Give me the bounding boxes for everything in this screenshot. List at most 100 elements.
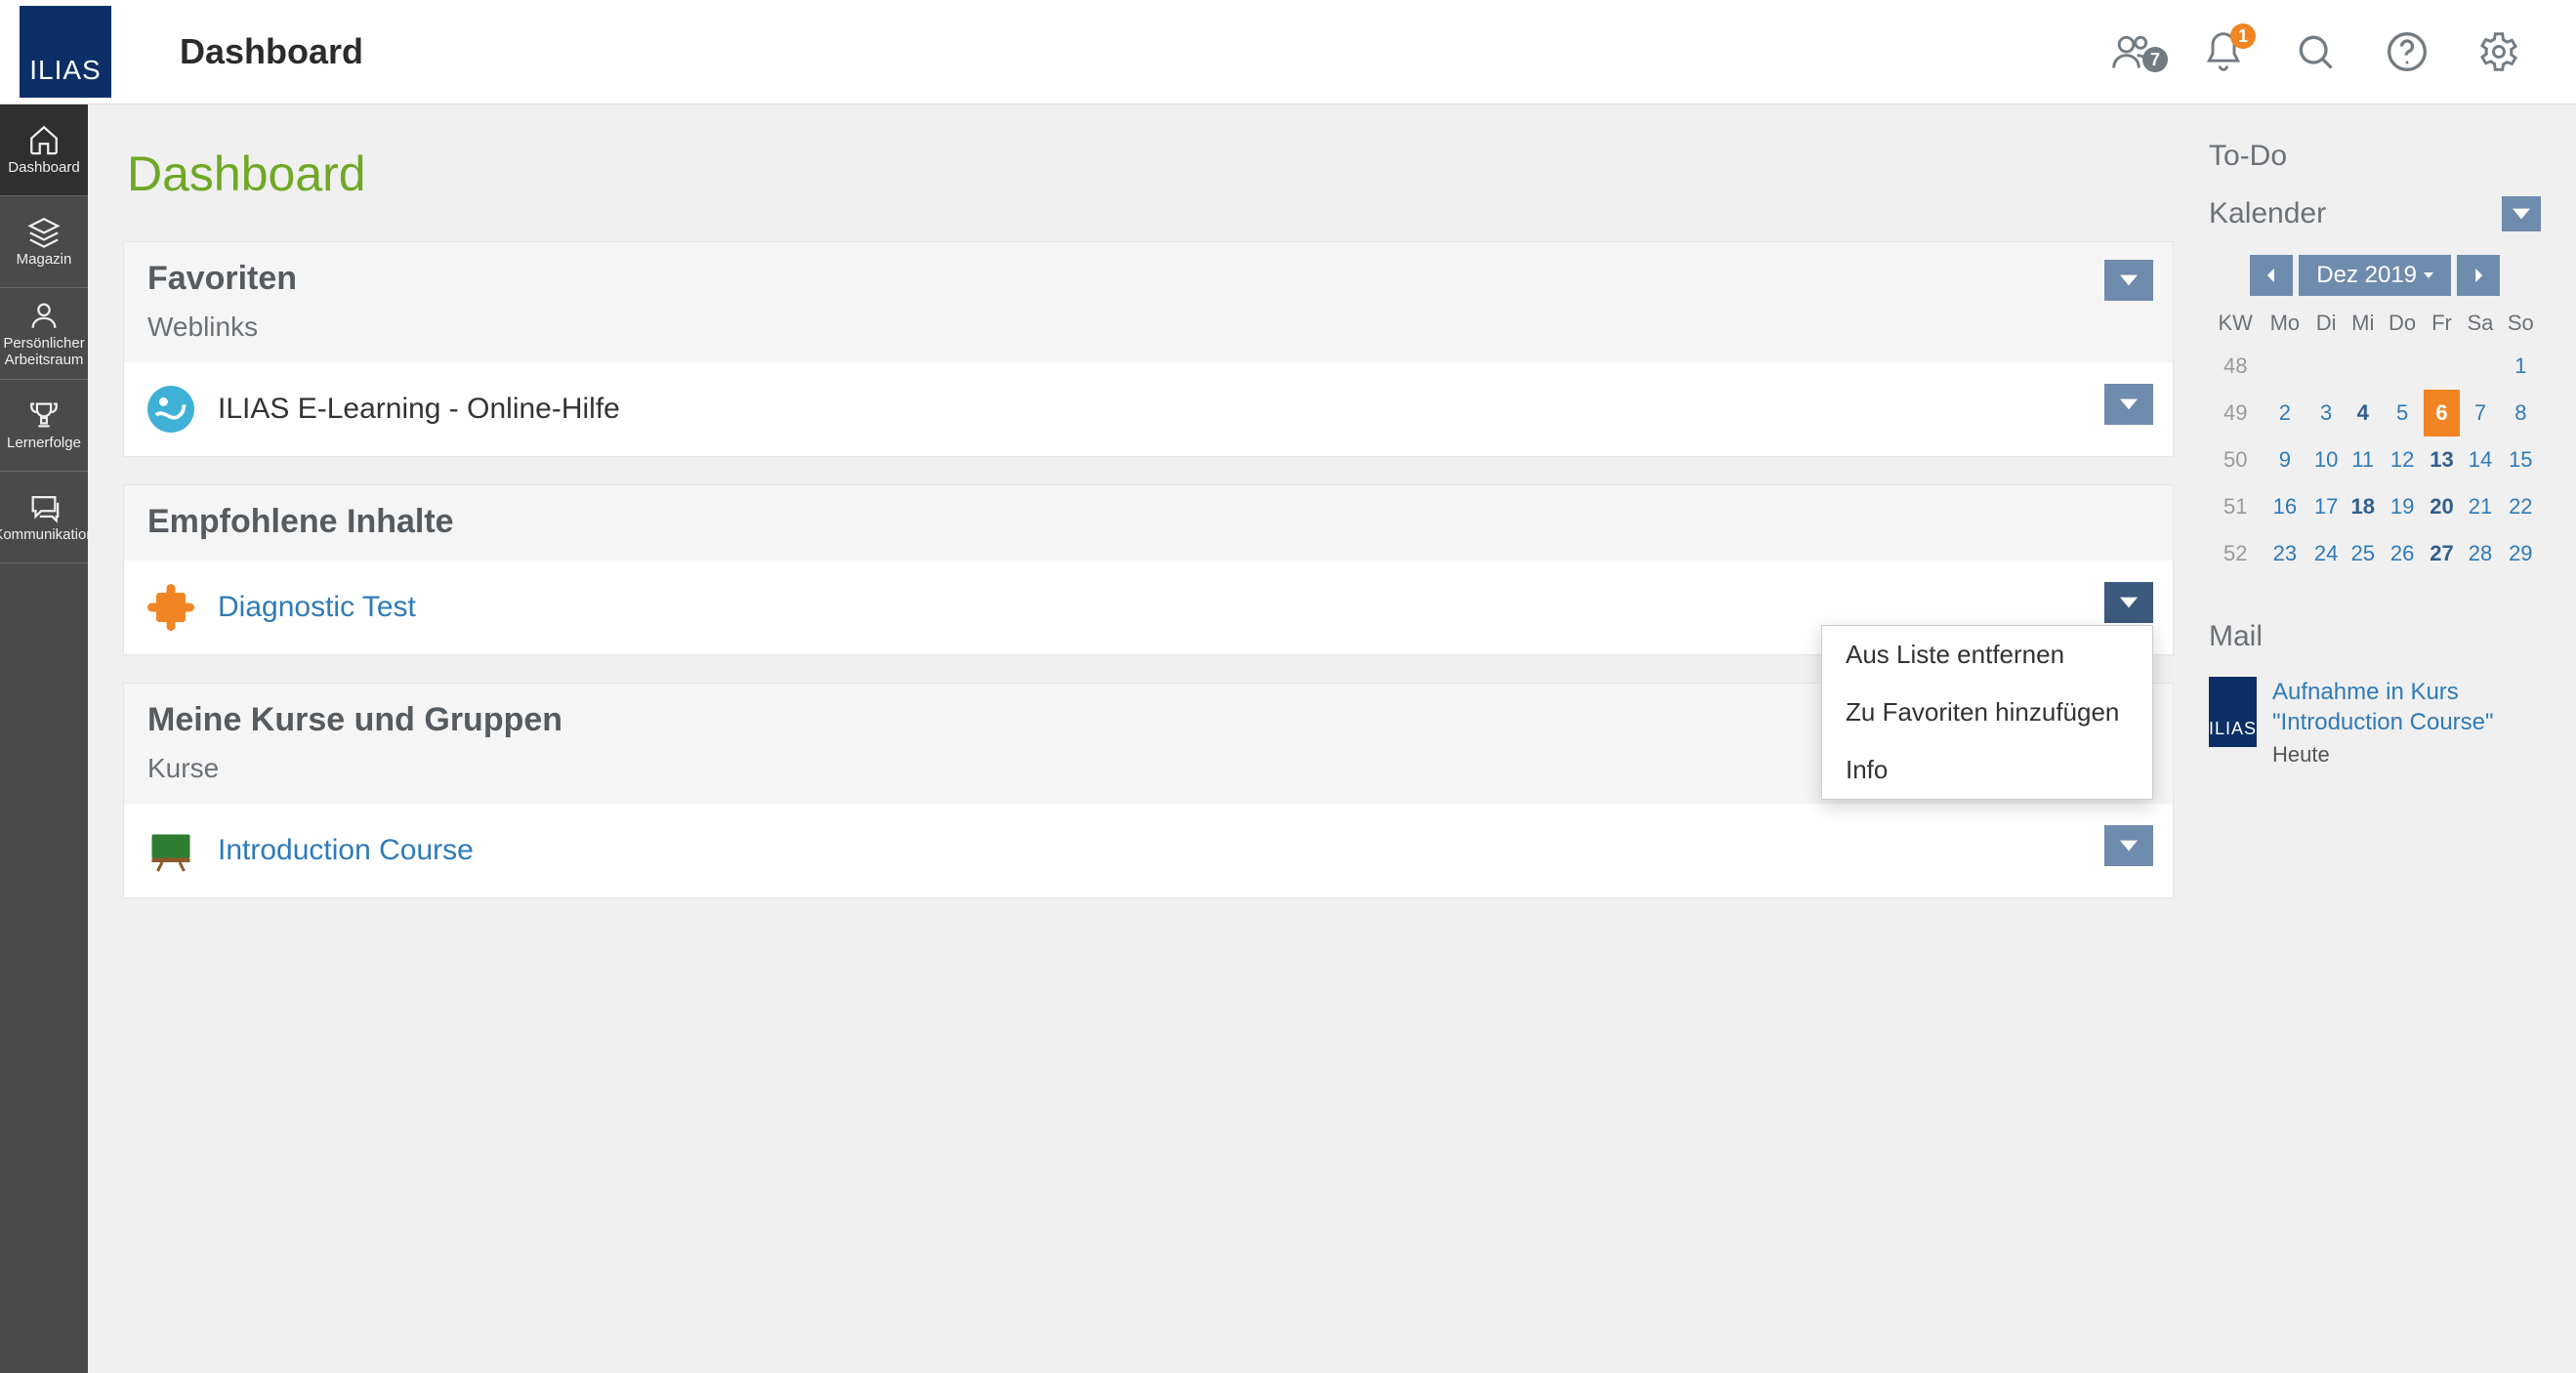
item-menu-button[interactable]	[2104, 825, 2153, 866]
cal-day[interactable]: 7	[2460, 390, 2500, 437]
users-badge: 7	[2142, 47, 2168, 72]
cal-day[interactable]: 23	[2262, 530, 2307, 577]
cal-next-button[interactable]	[2457, 255, 2500, 296]
cal-day[interactable]: 22	[2501, 483, 2541, 530]
cal-day-header: Sa	[2460, 304, 2500, 343]
panel-title: Favoriten	[147, 260, 2149, 298]
cal-day	[2345, 343, 2382, 390]
menu-item-favorite[interactable]: Zu Favoriten hinzufügen	[1822, 684, 2152, 741]
list-item: Diagnostic Test Aus Liste entfernen Zu F…	[124, 561, 2173, 654]
cal-week-number: 50	[2209, 437, 2262, 483]
page-context-title: Dashboard	[180, 31, 363, 72]
stack-icon	[27, 215, 61, 248]
calendar-heading: Kalender	[2209, 196, 2541, 231]
topbar: ILIAS Dashboard 7 1	[0, 0, 2576, 104]
mail-item: ILIAS Aufnahme in Kurs "Introduction Cou…	[2209, 677, 2541, 769]
mail-subject[interactable]: Aufnahme in Kurs "Introduction Course"	[2272, 677, 2541, 737]
panel-title: Empfohlene Inhalte	[147, 503, 2149, 541]
cal-day[interactable]: 29	[2501, 530, 2541, 577]
calendar-table: KWMoDiMiDoFrSaSo 48149234567850910111213…	[2209, 304, 2541, 577]
cal-day[interactable]: 16	[2262, 483, 2307, 530]
app-logo[interactable]: ILIAS	[20, 6, 111, 98]
cal-day[interactable]: 5	[2382, 390, 2424, 437]
nav-item-lernerfolge[interactable]: Lernerfolge	[0, 380, 88, 472]
cal-week-number: 49	[2209, 390, 2262, 437]
cal-day[interactable]: 10	[2307, 437, 2345, 483]
item-menu-button[interactable]	[2104, 582, 2153, 623]
nav-item-personal[interactable]: PersönlicherArbeitsraum	[0, 288, 88, 380]
cal-day-header: Fr	[2424, 304, 2461, 343]
puzzle-icon	[147, 584, 194, 631]
cal-day[interactable]: 13	[2424, 437, 2461, 483]
cal-day[interactable]: 4	[2345, 390, 2382, 437]
cal-day[interactable]: 12	[2382, 437, 2424, 483]
nav-item-dashboard[interactable]: Dashboard	[0, 104, 88, 196]
cal-day-header: So	[2501, 304, 2541, 343]
item-title[interactable]: ILIAS E-Learning - Online-Hilfe	[218, 393, 620, 426]
item-title[interactable]: Introduction Course	[218, 834, 474, 867]
cal-day	[2262, 343, 2307, 390]
cal-day[interactable]: 6	[2424, 390, 2461, 437]
cal-day[interactable]: 27	[2424, 530, 2461, 577]
list-item: Introduction Course	[124, 804, 2173, 897]
cal-day-header: Mi	[2345, 304, 2382, 343]
sidenav: Dashboard Magazin PersönlicherArbeitsrau…	[0, 104, 88, 1373]
cal-day[interactable]: 20	[2424, 483, 2461, 530]
cal-prev-button[interactable]	[2250, 255, 2293, 296]
cal-day[interactable]: 21	[2460, 483, 2500, 530]
cal-day[interactable]: 15	[2501, 437, 2541, 483]
mail-thumb-logo: ILIAS	[2209, 677, 2257, 747]
search-icon[interactable]	[2281, 18, 2349, 86]
cal-col-kw: KW	[2209, 304, 2262, 343]
panel-menu-button[interactable]	[2104, 260, 2153, 301]
cal-day[interactable]: 25	[2345, 530, 2382, 577]
cal-day	[2382, 343, 2424, 390]
cal-day-header: Mo	[2262, 304, 2307, 343]
cal-day	[2424, 343, 2461, 390]
cal-day[interactable]: 26	[2382, 530, 2424, 577]
home-icon	[27, 123, 61, 156]
nav-item-kommunikation[interactable]: Kommunikation	[0, 472, 88, 563]
menu-item-info[interactable]: Info	[1822, 741, 2152, 799]
cal-week-number: 52	[2209, 530, 2262, 577]
list-item: ILIAS E-Learning - Online-Hilfe	[124, 362, 2173, 456]
cal-week-number: 51	[2209, 483, 2262, 530]
cal-day	[2460, 343, 2500, 390]
cal-day[interactable]: 9	[2262, 437, 2307, 483]
alerts-badge: 1	[2230, 23, 2256, 49]
cal-month-button[interactable]: Dez 2019	[2299, 255, 2450, 296]
cal-day[interactable]: 17	[2307, 483, 2345, 530]
bell-icon[interactable]: 1	[2189, 18, 2258, 86]
cal-day[interactable]: 18	[2345, 483, 2382, 530]
cal-day-header: Di	[2307, 304, 2345, 343]
cal-day[interactable]: 8	[2501, 390, 2541, 437]
item-title[interactable]: Diagnostic Test	[218, 591, 416, 624]
gear-icon[interactable]	[2465, 18, 2533, 86]
cal-day[interactable]: 24	[2307, 530, 2345, 577]
trophy-icon	[27, 398, 61, 432]
nav-label: PersönlicherArbeitsraum	[3, 336, 84, 368]
cal-week-number: 48	[2209, 343, 2262, 390]
nav-label: Magazin	[17, 252, 72, 269]
item-menu-button[interactable]	[2104, 384, 2153, 425]
cal-day[interactable]: 14	[2460, 437, 2500, 483]
users-icon[interactable]: 7	[2098, 18, 2166, 86]
panel-empfohlen: Empfohlene Inhalte Diagnostic Test Aus L…	[123, 484, 2174, 655]
nav-item-magazin[interactable]: Magazin	[0, 196, 88, 288]
menu-item-remove[interactable]: Aus Liste entfernen	[1822, 626, 2152, 684]
mail-when: Heute	[2272, 742, 2330, 767]
chat-icon	[27, 490, 61, 523]
cal-day[interactable]: 19	[2382, 483, 2424, 530]
nav-label: Lernerfolge	[7, 436, 81, 452]
nav-label: Dashboard	[8, 160, 79, 177]
cal-day[interactable]: 28	[2460, 530, 2500, 577]
cal-day[interactable]: 1	[2501, 343, 2541, 390]
help-icon[interactable]	[2373, 18, 2441, 86]
cal-day[interactable]: 2	[2262, 390, 2307, 437]
cal-day-header: Do	[2382, 304, 2424, 343]
cal-day[interactable]: 3	[2307, 390, 2345, 437]
calendar-menu-button[interactable]	[2502, 196, 2541, 231]
cal-day[interactable]: 11	[2345, 437, 2382, 483]
board-icon	[147, 827, 194, 874]
person-icon	[27, 299, 61, 332]
